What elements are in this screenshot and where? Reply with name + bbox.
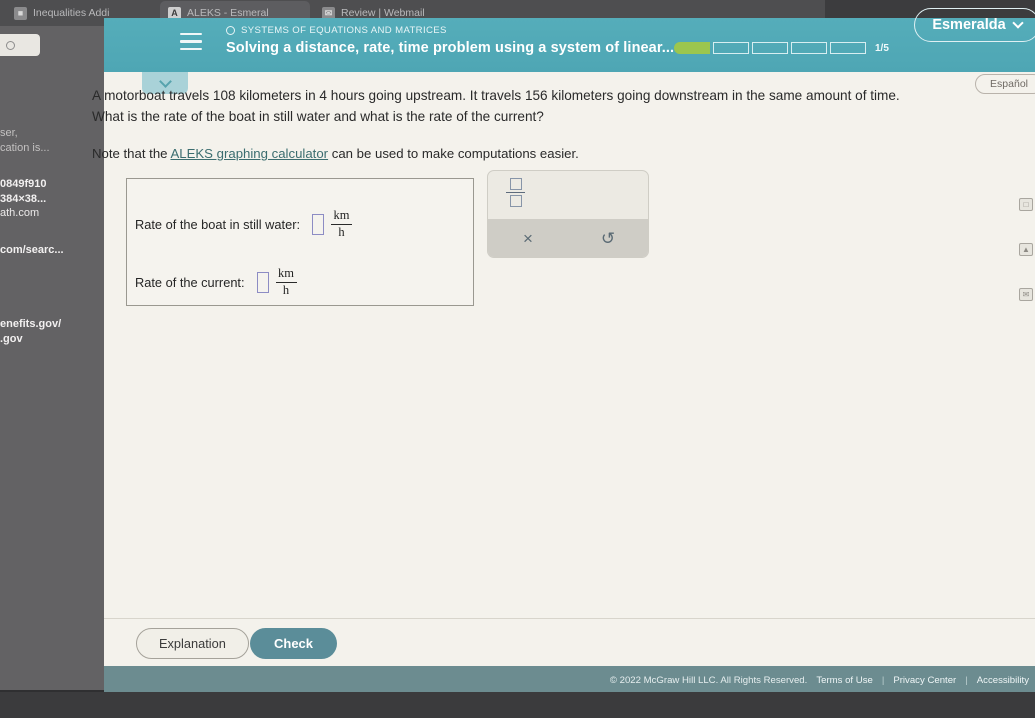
list-item[interactable]: enefits.gov/ .gov (0, 317, 104, 346)
check-button[interactable]: Check (250, 628, 338, 659)
doc-icon: ■ (14, 6, 27, 20)
answer-label: Rate of the current: (135, 274, 245, 290)
list-item[interactable]: ser, cation is... (0, 126, 104, 155)
problem-line-1: A motorboat travels 108 kilometers in 4 … (92, 88, 900, 103)
image-icon[interactable]: ▲ (1019, 243, 1033, 256)
footer-separator: | (881, 674, 885, 686)
footer: © 2022 McGraw Hill LLC. All Rights Reser… (104, 666, 1035, 694)
unit-numerator: km (333, 208, 350, 222)
search-input[interactable] (0, 34, 40, 56)
note-suffix: can be used to make computations easier. (328, 146, 579, 162)
list-item[interactable]: 0849f910 384×38... ath.com (0, 177, 104, 221)
chevron-down-icon (1012, 17, 1024, 29)
problem-line-2: What is the rate of the boat in still wa… (92, 108, 544, 124)
app-header: SYSTEMS OF EQUATIONS AND MATRICES Solvin… (104, 8, 1035, 72)
topic-name: SYSTEMS OF EQUATIONS AND MATRICES (241, 25, 447, 36)
unit-numerator: km (278, 266, 295, 280)
circle-icon (226, 26, 235, 35)
browser-side-panel: ser, cation is... 0849f910 384×38... ath… (0, 26, 104, 690)
clear-button[interactable]: × (488, 229, 568, 249)
answer-row-still-water: Rate of the boat in still water: km h (135, 208, 475, 240)
unit-km-per-h: km h (275, 266, 297, 298)
progress-segment (713, 42, 749, 54)
unit-denominator: h (282, 283, 290, 298)
user-menu-button[interactable]: Esmeralda (914, 8, 1035, 42)
search-icon (6, 40, 15, 50)
undo-button[interactable]: ↺ (568, 229, 648, 249)
action-bar: Explanation Check (104, 618, 1035, 666)
answer-row-current: Rate of the current: km h (135, 266, 475, 298)
hamburger-icon[interactable] (180, 33, 202, 55)
page-title: Solving a distance, rate, time problem u… (226, 40, 675, 56)
progress-segment (791, 42, 827, 54)
desktop-taskbar (0, 692, 1035, 718)
mail-icon[interactable]: ✉ (1019, 288, 1033, 301)
edge-icon-strip: □ ▲ ✉ (1019, 198, 1033, 301)
math-palette-controls: × ↺ (488, 219, 648, 257)
problem-statement: A motorboat travels 108 kilometers in 4 … (92, 86, 992, 164)
progress-segment (830, 42, 866, 54)
aleks-page: SYSTEMS OF EQUATIONS AND MATRICES Solvin… (92, 8, 1035, 694)
graphing-calculator-link[interactable]: ALEKS graphing calculator (170, 146, 328, 161)
math-palette-top (488, 171, 648, 219)
rate-still-water-input[interactable] (312, 213, 325, 235)
rate-current-input[interactable] (256, 271, 269, 293)
topic-kicker: SYSTEMS OF EQUATIONS AND MATRICES (226, 25, 674, 36)
unit-denominator: h (338, 225, 345, 240)
browser-tab-label: Inequalities Addi (33, 7, 110, 19)
screen: ■ Inequalities Addi A ALEKS - Esmeral ✉ … (0, 0, 1035, 718)
history-list: ser, cation is... 0849f910 384×38... ath… (0, 126, 104, 368)
note-prefix: Note that the (92, 146, 171, 162)
privacy-center-link[interactable]: Privacy Center (893, 675, 956, 686)
progress-count: 1/5 (875, 42, 889, 54)
progress-bar: 1/5 (674, 42, 889, 54)
accessibility-link[interactable]: Accessibility (977, 675, 1029, 686)
unit-km-per-h: km h (331, 208, 353, 240)
progress-segment (674, 42, 710, 54)
calculator-note: Note that the ALEKS graphing calculator … (92, 144, 992, 164)
answer-box: Rate of the boat in still water: km h Ra… (126, 178, 474, 306)
user-name: Esmeralda (932, 17, 1006, 33)
math-palette: × ↺ (487, 170, 649, 258)
copyright-text: © 2022 McGraw Hill LLC. All Rights Reser… (609, 674, 808, 686)
footer-separator: | (965, 674, 968, 686)
answer-label: Rate of the boat in still water: (135, 216, 301, 232)
progress-segment (752, 42, 788, 54)
fraction-icon[interactable] (506, 178, 525, 207)
list-item[interactable]: com/searc... (0, 243, 104, 258)
header-text-block: SYSTEMS OF EQUATIONS AND MATRICES Solvin… (226, 25, 674, 56)
screenshot-icon[interactable]: □ (1019, 198, 1033, 211)
explanation-button[interactable]: Explanation (136, 628, 249, 659)
terms-of-use-link[interactable]: Terms of Use (816, 675, 873, 686)
